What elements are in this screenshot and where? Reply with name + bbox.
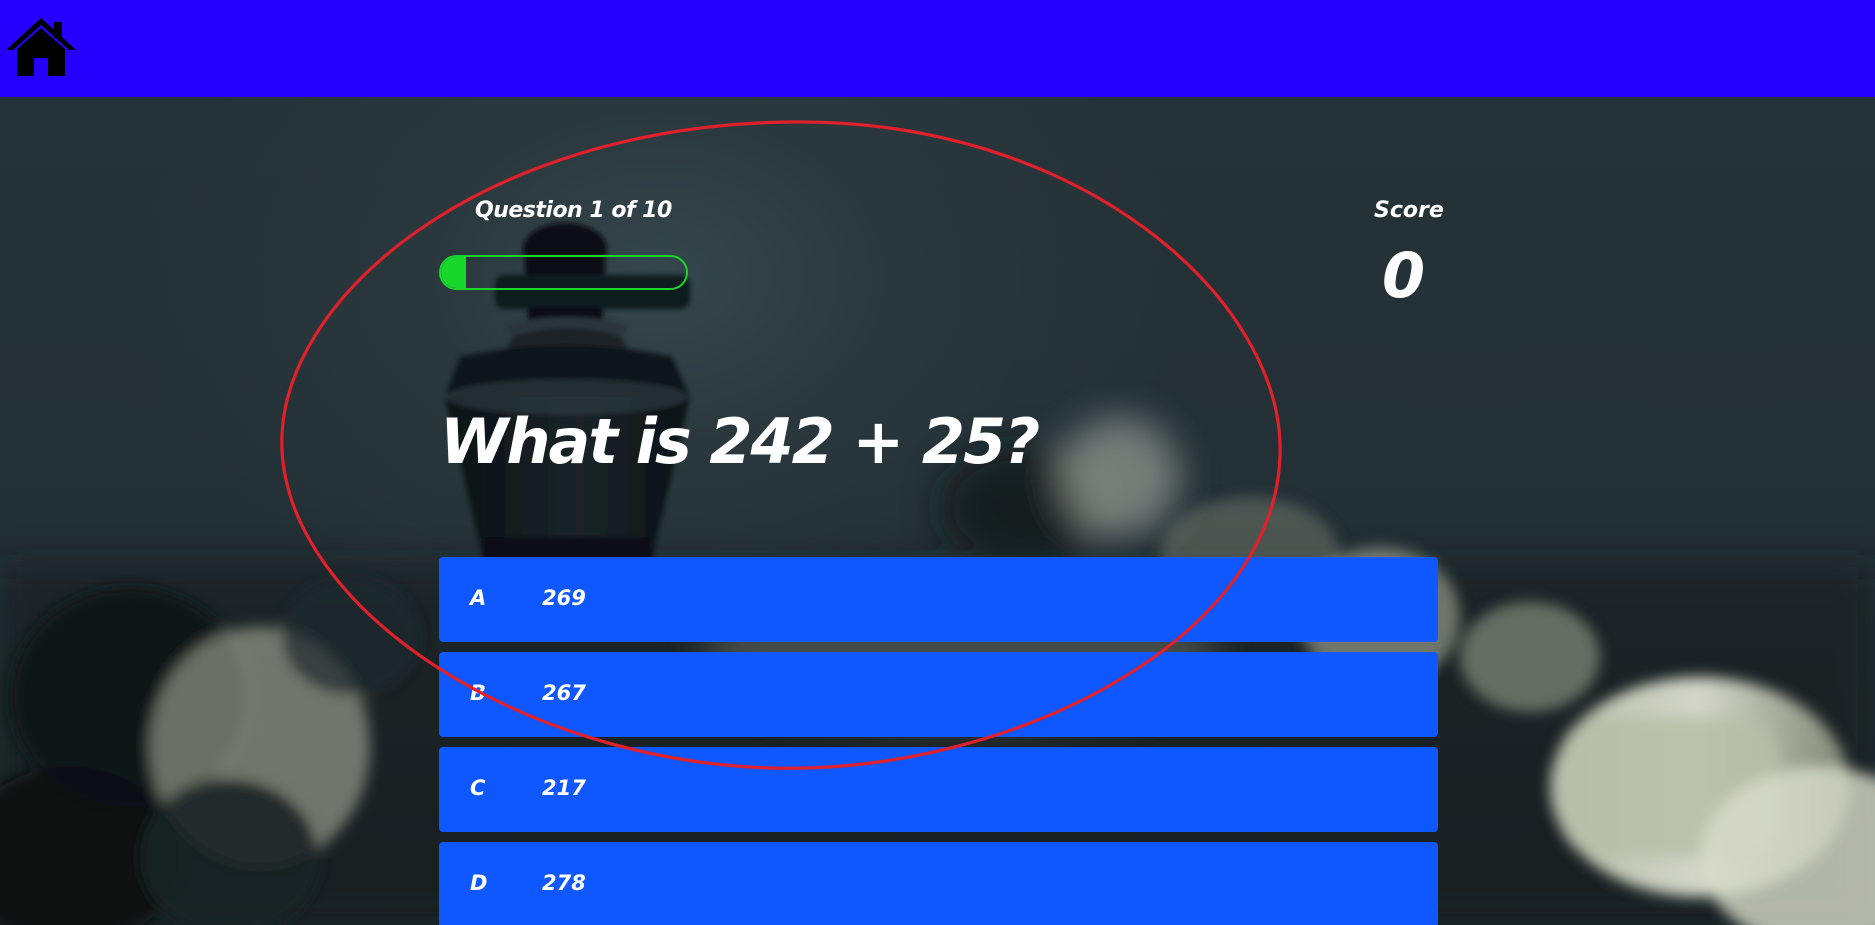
answer-value: 278 [542, 871, 586, 895]
progress-bar-fill [441, 257, 466, 288]
answer-letter: C [470, 776, 486, 800]
answer-letter: D [470, 871, 488, 895]
answer-option-d[interactable]: D 278 [439, 842, 1438, 925]
answer-value: 267 [542, 681, 586, 705]
answer-option-b[interactable]: B 267 [439, 652, 1438, 737]
answer-value: 269 [542, 586, 586, 610]
question-text: What is 242 + 25? [440, 405, 1040, 478]
top-nav-bar [0, 0, 1875, 97]
score-label: Score [1374, 198, 1444, 223]
question-progress-text: Question 1 of 10 [475, 198, 672, 223]
score-value: 0 [1382, 239, 1426, 312]
answer-letter: B [470, 681, 487, 705]
home-icon [6, 18, 76, 76]
quiz-container: Question 1 of 10 Score 0 What is 242 + 2… [0, 0, 1875, 925]
home-button[interactable] [4, 16, 78, 78]
progress-bar [439, 255, 688, 290]
answer-option-c[interactable]: C 217 [439, 747, 1438, 832]
answer-value: 217 [542, 776, 586, 800]
answer-option-a[interactable]: A 269 [439, 557, 1438, 642]
answer-letter: A [470, 586, 487, 610]
